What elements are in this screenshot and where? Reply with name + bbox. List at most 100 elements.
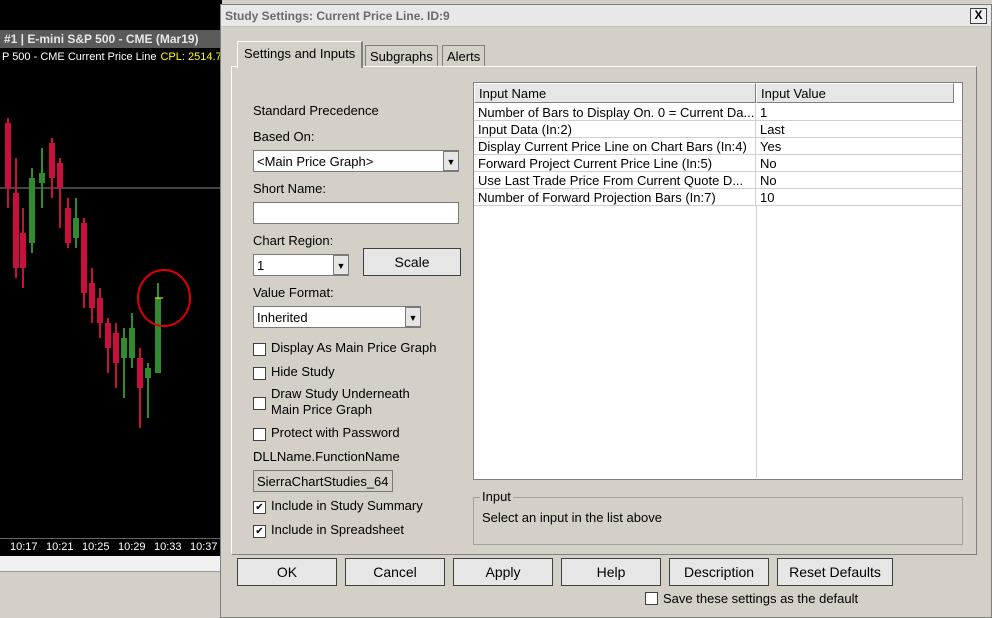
display-as-main-price-graph-label[interactable]: Display As Main Price Graph — [271, 340, 436, 355]
input-description-group: Input Select an input in the list above — [473, 489, 963, 545]
value-format-value: Inherited — [257, 310, 308, 325]
chart-region-value: 1 — [257, 258, 265, 273]
hide-study-label[interactable]: Hide Study — [271, 364, 335, 379]
scale-button[interactable]: Scale — [363, 248, 461, 276]
chevron-down-icon[interactable]: ▼ — [443, 151, 459, 171]
value-format-select[interactable]: Inherited ▼ — [253, 306, 421, 328]
candle-body — [121, 338, 127, 358]
description-button[interactable]: Description — [669, 558, 769, 586]
input-name-cell[interactable]: Forward Project Current Price Line (In:5… — [474, 155, 756, 172]
candle-body — [20, 233, 26, 268]
chart-tab-title[interactable]: #1 | E-mini S&P 500 - CME (Mar19) — [0, 30, 222, 48]
candle-body — [81, 223, 87, 293]
based-on-value: <Main Price Graph> — [257, 154, 374, 169]
include-in-study-summary-checkbox[interactable] — [253, 501, 266, 514]
display-as-main-price-graph-checkbox[interactable] — [253, 343, 266, 356]
time-label: 10:29 — [118, 541, 146, 553]
inputs-grid[interactable]: Input Name Input Value Number of Bars to… — [473, 82, 963, 480]
price-chart[interactable]: #1 | E-mini S&P 500 - CME (Mar19) P 500 … — [0, 0, 222, 618]
chart-footer — [0, 556, 222, 618]
based-on-label: Based On: — [253, 129, 315, 144]
chevron-down-icon[interactable]: ▼ — [405, 307, 421, 327]
candle-body — [155, 298, 161, 373]
input-value-cell[interactable]: No — [756, 172, 956, 189]
input-name-cell[interactable]: Display Current Price Line on Chart Bars… — [474, 138, 756, 155]
chart-study-name: P 500 - CME Current Price Line — [2, 51, 157, 63]
candle-body — [113, 333, 119, 363]
table-row[interactable]: Display Current Price Line on Chart Bars… — [474, 138, 962, 155]
dll-name-label: DLLName.FunctionName — [253, 449, 400, 464]
input-description-text: Select an input in the list above — [482, 510, 662, 525]
tab-subgraphs[interactable]: Subgraphs — [365, 45, 438, 67]
candle-body — [145, 368, 151, 378]
study-settings-dialog: Study Settings: Current Price Line. ID:9… — [220, 4, 992, 618]
chart-region-select[interactable]: 1 ▼ — [253, 254, 349, 276]
chart-study-label: P 500 - CME Current Price Line CPL: 2514.… — [0, 51, 222, 67]
input-value-cell[interactable]: Last — [756, 121, 956, 138]
input-value-cell[interactable]: No — [756, 155, 956, 172]
time-label: 10:21 — [46, 541, 74, 553]
candle-body — [57, 163, 63, 188]
draw-study-underneath-label-line2[interactable]: Main Price Graph — [271, 402, 372, 417]
table-row[interactable]: Input Data (In:2) Last — [474, 121, 962, 138]
time-label: 10:37 — [190, 541, 218, 553]
highlight-circle — [137, 269, 191, 327]
input-name-cell[interactable]: Use Last Trade Price From Current Quote … — [474, 172, 756, 189]
input-value-cell[interactable]: 10 — [756, 189, 956, 206]
cpl-value: CPL: 2514.75 — [160, 51, 222, 63]
tab-alerts[interactable]: Alerts — [442, 45, 486, 67]
draw-study-underneath-checkbox[interactable] — [253, 397, 266, 410]
close-button[interactable]: X — [970, 8, 987, 24]
draw-study-underneath-label[interactable]: Draw Study Underneath — [271, 386, 410, 401]
input-value-cell[interactable]: Yes — [756, 138, 956, 155]
include-in-spreadsheet-checkbox[interactable] — [253, 525, 266, 538]
help-button[interactable]: Help — [561, 558, 661, 586]
column-divider — [756, 206, 757, 478]
table-row[interactable]: Number of Forward Projection Bars (In:7)… — [474, 189, 962, 206]
table-row[interactable]: Use Last Trade Price From Current Quote … — [474, 172, 962, 189]
input-name-cell[interactable]: Input Data (In:2) — [474, 121, 756, 138]
tab-settings-and-inputs[interactable]: Settings and Inputs — [237, 41, 364, 68]
input-value-cell[interactable]: 1 — [756, 104, 956, 121]
short-name-label: Short Name: — [253, 181, 326, 196]
value-format-label: Value Format: — [253, 285, 334, 300]
standard-precedence-label: Standard Precedence — [253, 103, 379, 118]
ok-button[interactable]: OK — [237, 558, 337, 586]
candlestick-plot[interactable] — [0, 68, 222, 538]
candle-body — [39, 173, 45, 183]
candle-body — [5, 123, 11, 188]
chart-scrollbar[interactable] — [0, 556, 222, 572]
input-name-cell[interactable]: Number of Forward Projection Bars (In:7) — [474, 189, 756, 206]
chevron-down-icon[interactable]: ▼ — [333, 255, 349, 275]
candle-body — [89, 283, 95, 308]
candle-body — [49, 143, 55, 178]
screen: #1 | E-mini S&P 500 - CME (Mar19) P 500 … — [0, 0, 992, 618]
protect-with-password-checkbox[interactable] — [253, 428, 266, 441]
input-name-cell[interactable]: Number of Bars to Display On. 0 = Curren… — [474, 104, 756, 121]
time-label: 10:17 — [10, 541, 38, 553]
column-header-input-name[interactable]: Input Name — [474, 83, 756, 103]
include-in-spreadsheet-label[interactable]: Include in Spreadsheet — [271, 522, 404, 537]
dll-name-value: SierraChartStudies_64 — [253, 470, 393, 492]
short-name-input[interactable] — [253, 202, 459, 224]
protect-with-password-label[interactable]: Protect with Password — [271, 425, 400, 440]
save-as-default-checkbox[interactable] — [645, 592, 658, 605]
dialog-title: Study Settings: Current Price Line. ID:9 — [225, 9, 450, 23]
based-on-select[interactable]: <Main Price Graph> ▼ — [253, 150, 459, 172]
table-row[interactable]: Forward Project Current Price Line (In:5… — [474, 155, 962, 172]
include-in-study-summary-label[interactable]: Include in Study Summary — [271, 498, 423, 513]
hide-study-checkbox[interactable] — [253, 367, 266, 380]
time-label: 10:25 — [82, 541, 110, 553]
candle-body — [65, 208, 71, 243]
candle-body — [129, 328, 135, 358]
input-group-legend: Input — [480, 489, 513, 504]
candle-body — [105, 323, 111, 348]
apply-button[interactable]: Apply — [453, 558, 553, 586]
save-as-default-label[interactable]: Save these settings as the default — [663, 591, 858, 606]
column-header-input-value[interactable]: Input Value — [756, 83, 954, 103]
cancel-button[interactable]: Cancel — [345, 558, 445, 586]
table-row[interactable]: Number of Bars to Display On. 0 = Curren… — [474, 104, 962, 121]
candle-body — [137, 358, 143, 388]
dialog-titlebar[interactable]: Study Settings: Current Price Line. ID:9… — [221, 5, 991, 27]
reset-defaults-button[interactable]: Reset Defaults — [777, 558, 893, 586]
